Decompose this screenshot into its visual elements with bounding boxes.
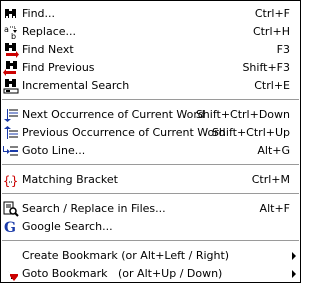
submenu-arrow-icon	[292, 270, 296, 278]
menu-item-previous-occurrence[interactable]: Previous Occurrence of Current Word Shif…	[1, 124, 300, 141]
menu-item-shortcut: F3	[276, 43, 290, 56]
menu-item-next-occurrence[interactable]: Next Occurrence of Current Word Shift+Ct…	[1, 106, 300, 123]
menu-item-label: Goto Bookmark (or Alt+Up / Down)	[22, 267, 223, 280]
menu-separator	[2, 164, 299, 166]
menu-item-create-bookmark[interactable]: Create Bookmark (or Alt+Left / Right)	[1, 247, 300, 264]
previous-occurrence-icon	[4, 126, 18, 139]
menu-item-shortcut: Shift+F3	[242, 61, 290, 74]
svg-text:}: }	[11, 174, 18, 188]
menu-item-shortcut: Ctrl+H	[252, 25, 290, 38]
menu-item-find-previous[interactable]: Find Previous Shift+F3	[1, 59, 300, 76]
menu-item-label: Incremental Search	[22, 79, 130, 92]
svg-text:G: G	[4, 220, 16, 235]
search-files-icon	[3, 201, 19, 217]
menu-item-label: Next Occurrence of Current Word	[22, 108, 205, 121]
google-icon: G	[4, 220, 16, 235]
menu-item-goto-bookmark[interactable]: Goto Bookmark (or Alt+Up / Down)	[1, 265, 300, 282]
menu-item-find[interactable]: Find... Ctrl+F	[1, 5, 300, 22]
next-occurrence-icon	[4, 109, 18, 122]
submenu-arrow-icon	[292, 252, 296, 260]
menu-separator	[2, 99, 299, 101]
menu-item-label: Matching Bracket	[22, 173, 118, 186]
menu-item-label: Goto Line...	[22, 144, 86, 157]
menu-item-goto-line[interactable]: Goto Line... Alt+G	[1, 142, 300, 159]
menu-item-shortcut: Shift+Ctrl+Up	[211, 126, 290, 139]
menu-item-incremental-search[interactable]: Incremental Search Ctrl+E	[1, 77, 300, 94]
menu-item-label: Previous Occurrence of Current Word	[22, 126, 226, 139]
menu-item-label: Replace...	[22, 25, 77, 38]
search-menu: Find... Ctrl+F a b Replace... Ctrl+H Fin…	[0, 0, 301, 283]
replace-icon: a b	[4, 25, 17, 40]
find-previous-icon	[3, 61, 17, 76]
menu-item-search-replace-files[interactable]: Search / Replace in Files... Alt+F	[1, 200, 300, 217]
menu-item-shortcut: Shift+Ctrl+Down	[195, 108, 290, 121]
menu-item-label: Google Search...	[22, 220, 113, 233]
binoculars-icon	[5, 9, 16, 18]
menu-item-shortcut: Ctrl+E	[254, 79, 290, 92]
incremental-search-icon	[3, 79, 19, 94]
goto-line-icon	[3, 146, 18, 156]
menu-item-label: Search / Replace in Files...	[22, 202, 166, 215]
menu-item-label: Find Previous	[22, 61, 95, 74]
menu-separator	[2, 240, 299, 242]
find-next-icon	[5, 43, 19, 58]
svg-text:{: {	[3, 174, 10, 188]
menu-item-shortcut: Alt+G	[257, 144, 290, 157]
matching-bracket-icon: { }	[3, 174, 18, 188]
menu-item-shortcut: Ctrl+F	[254, 7, 290, 20]
goto-bookmark-icon	[5, 268, 18, 281]
menu-item-replace[interactable]: a b Replace... Ctrl+H	[1, 23, 300, 40]
menu-item-shortcut: Alt+F	[259, 202, 290, 215]
svg-text:a: a	[4, 25, 9, 34]
svg-text:b: b	[11, 32, 16, 40]
menu-item-shortcut: Ctrl+M	[251, 173, 290, 186]
menu-item-google-search[interactable]: G Google Search...	[1, 218, 300, 235]
menu-item-label: Find Next	[22, 43, 74, 56]
menu-item-matching-bracket[interactable]: { } Matching Bracket Ctrl+M	[1, 171, 300, 188]
menu-separator	[2, 193, 299, 195]
menu-item-label: Create Bookmark (or Alt+Left / Right)	[22, 249, 230, 262]
menu-item-label: Find...	[22, 7, 56, 20]
menu-item-find-next[interactable]: Find Next F3	[1, 41, 300, 58]
